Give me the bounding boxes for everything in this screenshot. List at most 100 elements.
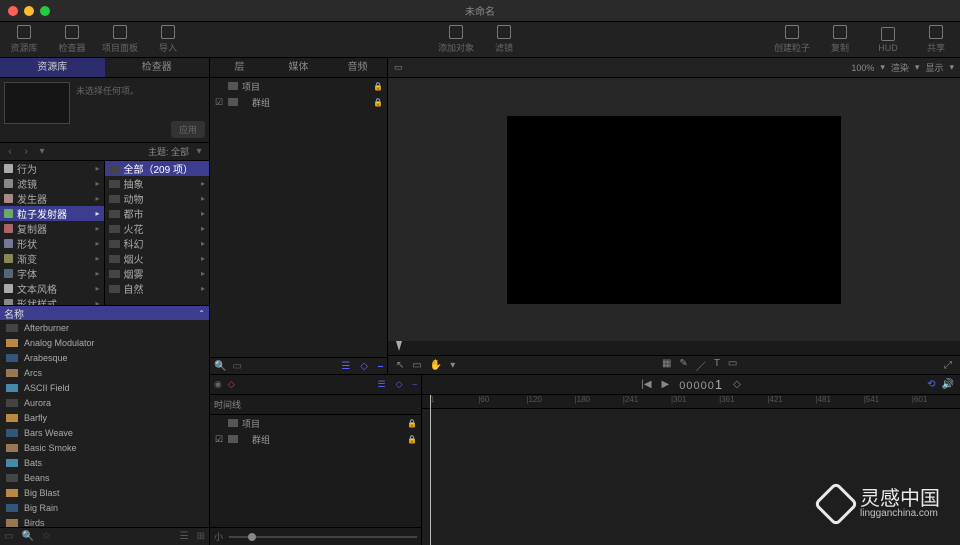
timeline-mode-icon[interactable]: ⎯	[378, 361, 383, 372]
nav-back-icon[interactable]: ‹	[4, 146, 16, 157]
keyframe-mode-icon[interactable]: ◇	[360, 361, 368, 372]
name-column-header[interactable]: 名称 ⌃	[0, 306, 209, 320]
audio-icon[interactable]: 🔊	[942, 379, 954, 390]
rec-icon[interactable]: ◉	[214, 379, 222, 390]
project-tab-2[interactable]: 音频	[328, 58, 387, 77]
category-row[interactable]: 滤镜▸	[0, 176, 104, 191]
category-row[interactable]: 粒子发射器▸	[0, 206, 104, 221]
category-row[interactable]: 文本风格▸	[0, 281, 104, 296]
category-row[interactable]: 字体▸	[0, 266, 104, 281]
category-row[interactable]: 行为▸	[0, 161, 104, 176]
layer-row[interactable]: 项目🔒	[210, 78, 387, 94]
toolbar-center-button-1[interactable]: 滤镜	[480, 24, 528, 56]
mask-tool-icon[interactable]: ✎	[679, 358, 687, 373]
mini-timeline[interactable]	[388, 341, 960, 355]
subcategory-row[interactable]: 烟雾▸	[105, 266, 210, 281]
category-row[interactable]: 形状样式▸	[0, 296, 104, 305]
shape-tool-icon[interactable]: ▭	[728, 358, 737, 373]
toolbar-left-button-3[interactable]: 导入	[144, 24, 192, 56]
subcategory-row[interactable]: 火花▸	[105, 221, 210, 236]
layer-row[interactable]: ☑群组🔒	[210, 431, 421, 447]
chevron-down-icon[interactable]: ▾	[193, 146, 205, 157]
layer-row[interactable]: ☑群组🔒	[210, 94, 387, 110]
zoom-slider[interactable]	[229, 536, 417, 538]
toolbar-right-button-0[interactable]: 创建粒子	[768, 24, 816, 56]
playhead-line[interactable]	[430, 395, 431, 545]
theme-popup[interactable]: 主题: 全部	[148, 145, 189, 158]
display-popup[interactable]: 显示	[925, 61, 943, 74]
rect-tool-icon[interactable]: ▭	[412, 360, 421, 371]
nav-path-icon[interactable]: ▾	[36, 146, 48, 157]
asset-row[interactable]: Basic Smoke	[0, 440, 209, 455]
tl-mode2-icon[interactable]: ◇	[396, 379, 403, 390]
asset-row[interactable]: Birds	[0, 515, 209, 527]
fit-icon[interactable]: ▭	[394, 62, 403, 73]
toolbar-left-button-2[interactable]: 项目面板	[96, 24, 144, 56]
toolbar-right-button-3[interactable]: 共享	[912, 24, 960, 56]
render-popup[interactable]: 渲染	[891, 61, 909, 74]
search-icon[interactable]: 🔍	[214, 361, 226, 372]
pointer-tool-icon[interactable]: ↖	[396, 360, 404, 371]
asset-row[interactable]: Big Rain	[0, 500, 209, 515]
tool-chevron-icon[interactable]: ▾	[450, 360, 455, 371]
nav-fwd-icon[interactable]: ›	[20, 146, 32, 157]
hand-tool-icon[interactable]: ✋	[430, 360, 442, 371]
asset-row[interactable]: Big Blast	[0, 485, 209, 500]
asset-row[interactable]: Bats	[0, 455, 209, 470]
project-tab-0[interactable]: 层	[210, 58, 269, 77]
tab-library[interactable]: 资源库	[0, 58, 105, 77]
asset-row[interactable]: Arcs	[0, 365, 209, 380]
viewport[interactable]	[388, 78, 960, 341]
subcategory-row[interactable]: 动物▸	[105, 191, 210, 206]
list-view-icon[interactable]: ☰	[180, 531, 189, 542]
subcategory-row[interactable]: 抽象▸	[105, 176, 210, 191]
category-row[interactable]: 渐变▸	[0, 251, 104, 266]
timecode[interactable]: 000001	[679, 377, 723, 392]
kf-prev-icon[interactable]: ◇	[733, 379, 741, 390]
toolbar-center-button-0[interactable]: 添加对象	[432, 24, 480, 56]
filter-icon[interactable]: ▭	[232, 361, 241, 372]
tl-mode1-icon[interactable]: ☰	[377, 379, 385, 390]
tl-mode3-icon[interactable]: ⎯	[412, 379, 417, 390]
layer-row[interactable]: 项目🔒	[210, 415, 421, 431]
close-window-icon[interactable]	[8, 6, 18, 16]
subcategory-row[interactable]: 全部（209 项）	[105, 161, 210, 176]
asset-row[interactable]: Aurora	[0, 395, 209, 410]
toolbar-left-button-0[interactable]: 资源库	[0, 24, 48, 56]
line-tool-icon[interactable]: ／	[696, 358, 706, 373]
category-row[interactable]: 形状▸	[0, 236, 104, 251]
zoom-chevron-icon[interactable]: ▾	[880, 62, 885, 73]
play-icon[interactable]: ▶	[662, 379, 670, 390]
asset-row[interactable]: Analog Modulator	[0, 335, 209, 350]
display-chevron-icon[interactable]: ▾	[949, 62, 954, 73]
render-chevron-icon[interactable]: ▾	[915, 62, 920, 73]
asset-row[interactable]: ASCII Field	[0, 380, 209, 395]
new-folder-icon[interactable]: ▭	[4, 531, 13, 542]
category-row[interactable]: 发生器▸	[0, 191, 104, 206]
toolbar-left-button-1[interactable]: 检查器	[48, 24, 96, 56]
tab-inspector[interactable]: 检查器	[105, 58, 210, 77]
asset-row[interactable]: Bars Weave	[0, 425, 209, 440]
zoom-window-icon[interactable]	[40, 6, 50, 16]
crop-tool-icon[interactable]: ▦	[662, 358, 671, 373]
subcategory-row[interactable]: 都市▸	[105, 206, 210, 221]
category-row[interactable]: 复制器▸	[0, 221, 104, 236]
zoom-value[interactable]: 100%	[851, 63, 874, 73]
expand-icon[interactable]: ⤢	[944, 360, 952, 371]
playhead-icon[interactable]	[396, 341, 402, 351]
tracks-area[interactable]	[422, 409, 960, 545]
time-ruler[interactable]: 1|60|120|180|241|301|361|421|481|541|601	[422, 395, 960, 409]
toolbar-right-button-2[interactable]: HUD	[864, 24, 912, 56]
grid-view-icon[interactable]: ⊞	[197, 531, 205, 542]
search-icon[interactable]: 🔍	[21, 531, 33, 542]
subcategory-row[interactable]: 自然▸	[105, 281, 210, 296]
layers-mode-icon[interactable]: ☰	[341, 361, 350, 372]
bookmark-icon[interactable]: ☆	[42, 531, 51, 542]
project-tab-1[interactable]: 媒体	[269, 58, 328, 77]
subcategory-row[interactable]: 科幻▸	[105, 236, 210, 251]
loop-icon[interactable]: ⟲	[927, 379, 935, 390]
asset-row[interactable]: Arabesque	[0, 350, 209, 365]
asset-row[interactable]: Afterburner	[0, 320, 209, 335]
text-tool-icon[interactable]: T	[714, 358, 720, 373]
goto-start-icon[interactable]: |◀	[641, 379, 651, 390]
